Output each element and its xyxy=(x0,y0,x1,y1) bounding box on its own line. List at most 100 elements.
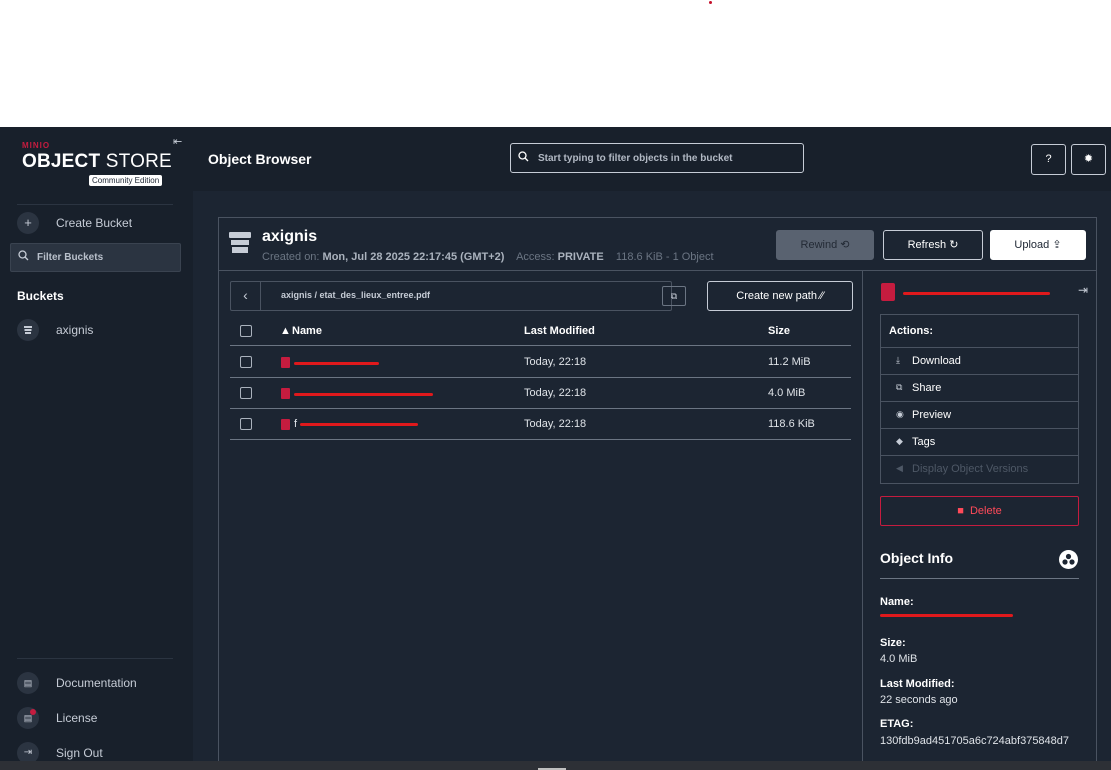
filter-buckets-field[interactable] xyxy=(10,243,181,272)
sign-out-label: Sign Out xyxy=(56,746,103,760)
actions-box: Actions: ⤓ Download ⧉ Share ◉ Preview ◆ xyxy=(880,314,1079,484)
divider xyxy=(17,204,173,205)
bucket-header: axignis Created on: Mon, Jul 28 2025 22:… xyxy=(219,218,1096,271)
path-bar: ‹ axignis / etat_des_lieux_entree.pdf ⧉ xyxy=(230,281,686,311)
table-row[interactable]: Today, 22:18 4.0 MiB xyxy=(230,378,851,409)
window-bottom-bar xyxy=(0,761,1111,770)
versions-icon: ◀ xyxy=(896,463,903,473)
back-button[interactable]: ‹ xyxy=(231,282,261,310)
create-new-path-button[interactable]: Create new path ⁄⁄ xyxy=(707,281,853,311)
created-date: Mon, Jul 28 2025 22:17:45 (GMT+2) xyxy=(322,251,505,263)
bucket-icon xyxy=(229,230,251,256)
row-size: 118.6 KiB xyxy=(768,418,815,430)
eye-icon: ◉ xyxy=(896,409,904,419)
bucket-meta: Created on: Mon, Jul 28 2025 22:17:45 (G… xyxy=(262,251,714,263)
help-icon: ? xyxy=(1045,153,1052,165)
info-name-label: Name: xyxy=(880,596,914,608)
refresh-button[interactable]: Refresh ↻ xyxy=(883,230,983,260)
sidebar-documentation[interactable]: ▤ Documentation xyxy=(17,672,177,694)
share-action[interactable]: ⧉ Share xyxy=(881,374,1078,401)
refresh-icon: ↻ xyxy=(949,239,959,251)
sidebar-bucket-axignis[interactable]: axignis xyxy=(17,319,177,341)
redaction-mark xyxy=(903,292,1050,295)
row-size: 11.2 MiB xyxy=(768,356,811,368)
tags-action[interactable]: ◆ Tags xyxy=(881,428,1078,455)
delete-button[interactable]: ■ Delete xyxy=(880,496,1079,526)
plus-icon: + xyxy=(17,212,39,234)
copy-icon: ⧉ xyxy=(670,291,678,301)
column-size[interactable]: Size xyxy=(768,325,790,337)
table-row[interactable]: Today, 22:18 11.2 MiB xyxy=(230,347,851,378)
table-row[interactable]: f Today, 22:18 118.6 KiB xyxy=(230,409,851,440)
document-icon: ▤ xyxy=(17,672,39,694)
bucket-summary: 118.6 KiB - 1 Object xyxy=(615,251,714,263)
actions-title: Actions: xyxy=(889,325,933,337)
folder-path-icon: ⁄⁄ xyxy=(820,290,824,302)
search-icon xyxy=(518,151,529,165)
redaction-mark xyxy=(880,614,1013,617)
search-icon xyxy=(18,250,29,264)
notification-badge xyxy=(30,709,36,715)
pdf-icon xyxy=(881,283,895,301)
logo-product: OBJECT STORE xyxy=(22,151,172,172)
object-search-field[interactable] xyxy=(510,143,804,173)
theme-toggle-button[interactable]: ✹ xyxy=(1071,144,1106,175)
info-modified-value: 22 seconds ago xyxy=(880,694,958,706)
divider xyxy=(880,578,1079,579)
preview-action[interactable]: ◉ Preview xyxy=(881,401,1078,428)
row-checkbox[interactable] xyxy=(240,387,252,399)
collapse-sidebar-icon[interactable]: ⇤ xyxy=(173,136,185,148)
info-size-value: 4.0 MiB xyxy=(880,653,918,665)
filter-buckets-input[interactable] xyxy=(37,244,177,271)
redaction-mark xyxy=(294,362,379,365)
info-etag-value: 130fdb9ad451705a6c724abf375848d7 xyxy=(880,735,1070,747)
object-info-icon xyxy=(1059,550,1078,569)
select-all-checkbox[interactable] xyxy=(240,325,252,337)
download-icon: ⤓ xyxy=(896,355,900,365)
column-name[interactable]: Name xyxy=(292,325,322,337)
minio-app: MINIO OBJECT STORE Community Edition ⇤ +… xyxy=(0,127,1111,764)
trash-icon: ■ xyxy=(957,505,964,517)
current-path: axignis / etat_des_lieux_entree.pdf xyxy=(281,290,431,300)
main-area: Object Browser ? ✹ axignis Created on: M… xyxy=(193,127,1111,762)
table-header: ▲ Name Last Modified Size xyxy=(230,318,851,346)
bucket-icon xyxy=(17,319,39,341)
divider xyxy=(17,658,173,659)
display-versions-action: ◀ Display Object Versions xyxy=(881,455,1078,482)
tag-icon: ◆ xyxy=(896,436,903,446)
browser-blank-area xyxy=(0,0,1111,127)
copy-path-button[interactable]: ⧉ xyxy=(662,286,686,306)
create-bucket-button[interactable]: + Create Bucket xyxy=(17,212,177,234)
info-etag-label: ETAG: xyxy=(880,718,914,730)
bucket-name: axignis xyxy=(262,228,318,245)
history-icon: ⟲ xyxy=(840,239,850,251)
create-bucket-label: Create Bucket xyxy=(56,216,133,230)
license-label: License xyxy=(56,711,98,725)
upload-button[interactable]: Upload ⇪ xyxy=(990,230,1086,260)
row-modified: Today, 22:18 xyxy=(524,356,587,368)
sort-asc-icon[interactable]: ▲ xyxy=(280,325,291,337)
row-size: 4.0 MiB xyxy=(768,387,806,399)
logo-edition: Community Edition xyxy=(89,175,163,186)
sidebar-license[interactable]: ▤ License xyxy=(17,707,177,729)
row-checkbox[interactable] xyxy=(240,356,252,368)
access-value: PRIVATE xyxy=(557,251,604,263)
object-search-input[interactable] xyxy=(538,144,798,172)
share-icon: ⧉ xyxy=(896,382,903,392)
sidebar: MINIO OBJECT STORE Community Edition ⇤ +… xyxy=(0,127,193,764)
help-button[interactable]: ? xyxy=(1031,144,1066,175)
object-details-panel: ⇥ Actions: ⤓ Download ⧉ Share ◉ Preview xyxy=(862,271,1097,762)
row-modified: Today, 22:18 xyxy=(524,418,587,430)
download-action[interactable]: ⤓ Download xyxy=(881,347,1078,374)
rewind-button[interactable]: Rewind ⟲ xyxy=(776,230,874,260)
bucket-panel: axignis Created on: Mon, Jul 28 2025 22:… xyxy=(218,217,1097,762)
bucket-label: axignis xyxy=(56,323,94,337)
object-info-title: Object Info xyxy=(880,550,954,566)
close-panel-icon[interactable]: ⇥ xyxy=(1078,283,1088,297)
row-checkbox[interactable] xyxy=(240,418,252,430)
header: Object Browser ? ✹ xyxy=(193,127,1111,191)
column-last-modified[interactable]: Last Modified xyxy=(524,325,595,337)
buckets-heading: Buckets xyxy=(17,289,64,303)
pdf-icon xyxy=(281,388,290,399)
details-header: ⇥ xyxy=(863,271,1098,311)
